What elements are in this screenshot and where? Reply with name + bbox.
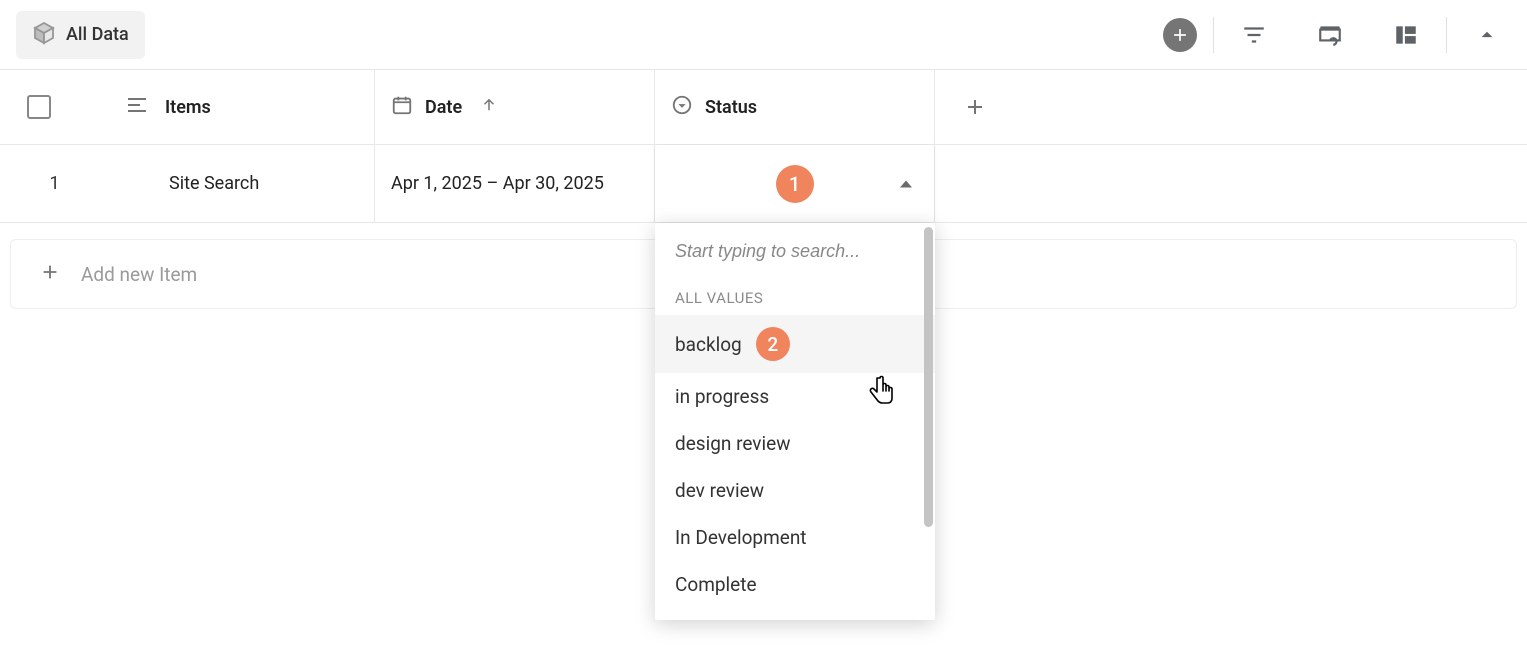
sort-ascending-icon	[480, 96, 498, 118]
column-header-items-label: Items	[165, 97, 211, 118]
plus-icon	[39, 261, 61, 287]
dropdown-option-label: In Development	[675, 526, 807, 549]
add-new-item-label: Add new Item	[81, 263, 197, 286]
data-source-chip[interactable]: All Data	[16, 11, 145, 59]
row-index: 1	[0, 173, 109, 194]
toolbar-separator-2	[1446, 17, 1447, 53]
column-header-date[interactable]: Date	[375, 70, 655, 144]
annotation-marker-2: 2	[756, 327, 790, 361]
filter-icon[interactable]	[1230, 15, 1278, 55]
dropdown-option[interactable]: In Development	[655, 514, 935, 561]
column-header-items[interactable]: Items	[109, 70, 375, 144]
dropdown-option-label: in progress	[675, 385, 769, 408]
annotation-marker-1: 1	[776, 165, 814, 203]
text-align-icon	[125, 93, 149, 121]
select-all-checkbox[interactable]	[27, 95, 51, 119]
dropdown-option[interactable]: in progress	[655, 373, 935, 420]
table-row: 1 Site Search Apr 1, 2025 – Apr 30, 2025…	[0, 145, 1527, 223]
layout-icon[interactable]	[1382, 15, 1430, 55]
row-cell-item[interactable]: Site Search	[109, 145, 375, 222]
caret-up-icon[interactable]	[900, 180, 912, 187]
dropdown-option-label: design review	[675, 432, 790, 455]
dropdown-circle-icon	[671, 94, 693, 120]
table-header-row: Items Date Status	[0, 70, 1527, 145]
chevron-up-icon[interactable]	[1463, 15, 1511, 55]
dropdown-search-input[interactable]	[667, 235, 923, 269]
dropdown-option[interactable]: Complete	[655, 561, 935, 608]
dropdown-option-label: backlog	[675, 333, 742, 356]
dropdown-option[interactable]: dev review	[655, 467, 935, 514]
calendar-icon	[391, 94, 413, 120]
cube-icon	[32, 21, 56, 49]
add-column-button[interactable]	[935, 70, 1015, 144]
dropdown-option[interactable]: design review	[655, 420, 935, 467]
link-window-icon[interactable]	[1306, 15, 1354, 55]
scrollbar[interactable]	[924, 227, 933, 527]
column-header-status-label: Status	[705, 97, 757, 118]
row-cell-status[interactable]: 1	[655, 145, 935, 222]
dropdown-option[interactable]: backlog 2	[655, 315, 935, 373]
dropdown-option-label: Complete	[675, 573, 757, 596]
add-button[interactable]	[1163, 18, 1197, 52]
toolbar-separator	[1213, 17, 1214, 53]
dropdown-section-label: ALL VALUES	[655, 281, 935, 315]
dropdown-option-label: dev review	[675, 479, 764, 502]
status-dropdown: ALL VALUES backlog 2 in progress design …	[655, 223, 935, 620]
column-header-status[interactable]: Status	[655, 70, 935, 144]
column-header-date-label: Date	[425, 97, 462, 118]
toolbar: All Data	[0, 0, 1527, 70]
data-source-label: All Data	[66, 24, 129, 45]
header-select-cell	[0, 70, 109, 144]
row-cell-date[interactable]: Apr 1, 2025 – Apr 30, 2025	[375, 145, 655, 222]
